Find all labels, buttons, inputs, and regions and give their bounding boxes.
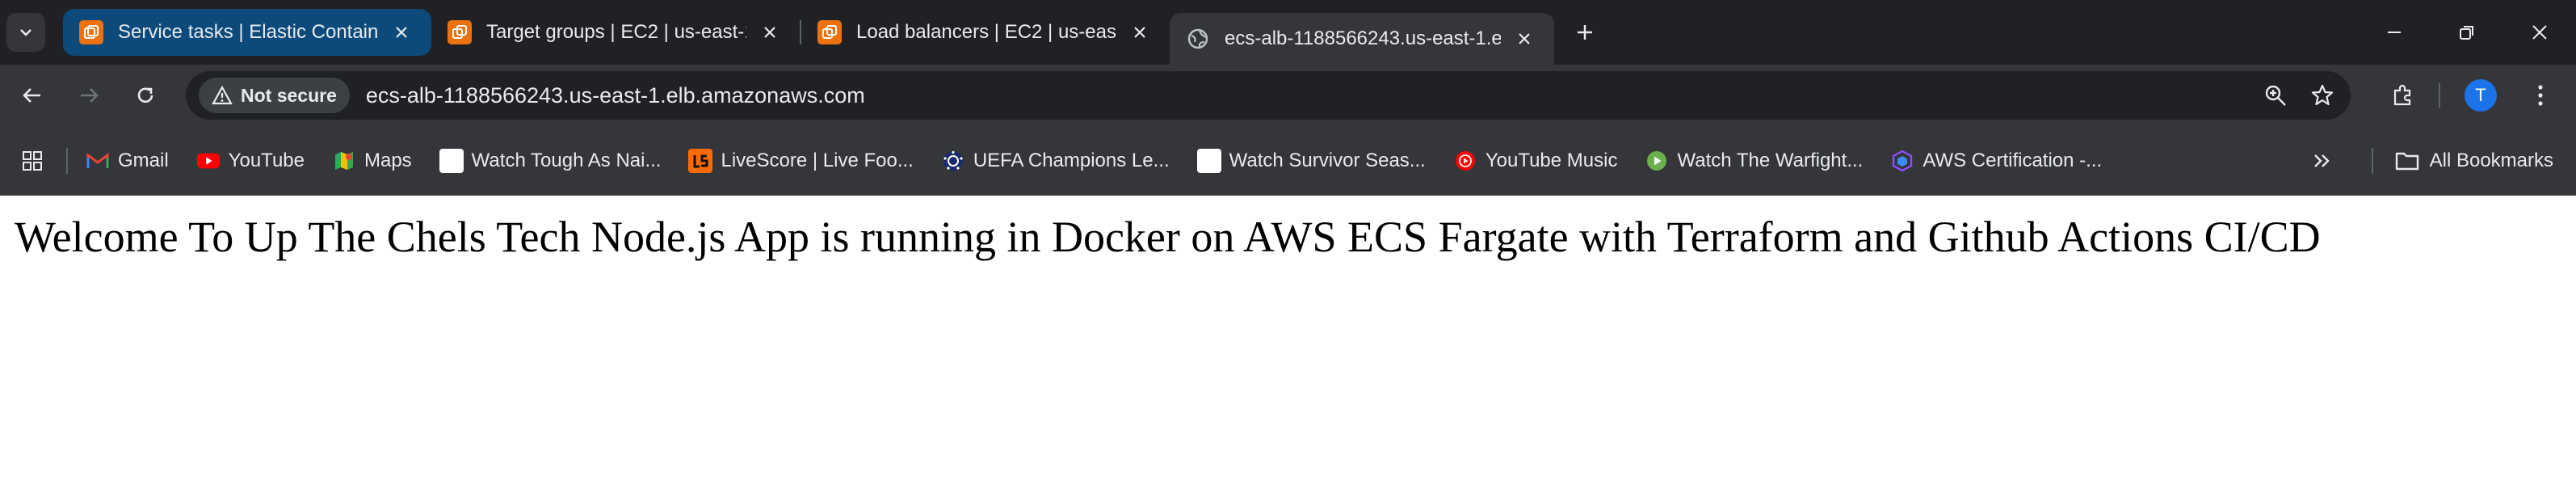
address-bar-actions: [2263, 71, 2334, 120]
double-chevron-right-icon: [2314, 154, 2330, 167]
gmail-icon: [86, 149, 110, 173]
bookmark-label: Watch The Warfight...: [1677, 149, 1864, 171]
address-bar[interactable]: Not secure ecs-alb-1188566243.us-east-1.…: [186, 71, 2351, 120]
tab-title: ecs-alb-1188566243.us-east-1.e: [1225, 27, 1501, 49]
blank-page-icon: [439, 148, 464, 173]
youtube-icon: [196, 149, 221, 173]
bookmarks-divider: [2371, 148, 2373, 174]
bookmark-label: Gmail: [118, 149, 169, 171]
restore-button[interactable]: [2431, 0, 2503, 65]
navigation-toolbar: Not secure ecs-alb-1188566243.us-east-1.…: [0, 65, 2576, 126]
site-security-chip[interactable]: Not secure: [199, 78, 350, 113]
back-button[interactable]: [8, 71, 57, 120]
chevron-down-icon: [20, 29, 32, 36]
globe-icon: [1186, 27, 1210, 51]
bookmark-label: Maps: [363, 149, 412, 171]
bookmarks-bar: Gmail YouTube Maps Watch Tough As Nai...…: [0, 126, 2576, 196]
bookmark-label: UEFA Champions Le...: [973, 149, 1170, 171]
bookmarks-divider: [66, 147, 68, 174]
toolbar-right: T: [2379, 65, 2576, 126]
reload-icon: [137, 87, 153, 103]
minimize-icon: [2388, 32, 2401, 33]
menu-button[interactable]: [2516, 71, 2565, 120]
page-heading: Welcome To Up The Chels Tech Node.js App…: [15, 213, 2321, 261]
plus-icon: [1578, 25, 1592, 40]
bookmark-survivor[interactable]: Watch Survivor Seas...: [1196, 148, 1426, 173]
close-tab-icon[interactable]: [1126, 19, 1154, 46]
bookmark-label: LiveScore | Live Foo...: [721, 149, 914, 171]
youtube-music-icon: [1453, 149, 1477, 173]
bookmark-livescore[interactable]: LiveScore | Live Foo...: [688, 148, 914, 173]
close-tab-icon[interactable]: [756, 19, 784, 46]
window-controls: [2358, 0, 2576, 65]
bookmark-aws-certification[interactable]: AWS Certification -...: [1890, 149, 2102, 173]
bookmark-label: Watch Tough As Nai...: [471, 149, 662, 171]
bookmark-label: YouTube: [228, 149, 305, 171]
warning-triangle-icon: [212, 86, 233, 105]
bookmark-youtube-music[interactable]: YouTube Music: [1453, 149, 1618, 173]
forward-button[interactable]: [65, 71, 113, 120]
bookmark-star-icon[interactable]: [2310, 83, 2334, 108]
avatar: T: [2465, 79, 2497, 112]
tab-service-tasks[interactable]: Service tasks | Elastic Container: [63, 9, 431, 56]
tab-title: Target groups | EC2 | us-east-1: [486, 21, 746, 43]
tab-load-balancers[interactable]: Load balancers | EC2 | us-east-1: [801, 9, 1170, 56]
maps-icon: [332, 149, 356, 173]
bookmark-youtube[interactable]: YouTube: [196, 149, 305, 173]
close-tab-icon[interactable]: [1511, 25, 1538, 53]
close-icon: [2532, 25, 2547, 40]
arrow-left-icon: [23, 88, 40, 103]
tab-target-groups[interactable]: Target groups | EC2 | us-east-1: [431, 9, 800, 56]
aws-ec2-icon: [448, 20, 472, 44]
security-label: Not secure: [241, 84, 337, 106]
all-bookmarks-label: All Bookmarks: [2429, 150, 2553, 171]
bookmark-warfighter[interactable]: Watch The Warfight...: [1645, 149, 1863, 173]
tab-ecs-alb[interactable]: ecs-alb-1188566243.us-east-1.e: [1170, 13, 1554, 65]
folder-icon: [2395, 152, 2418, 171]
kebab-menu-icon: [2538, 85, 2543, 106]
uefa-icon: [941, 149, 965, 173]
url-text[interactable]: ecs-alb-1188566243.us-east-1.elb.amazona…: [366, 83, 865, 108]
livescore-icon: [688, 148, 713, 173]
close-window-button[interactable]: [2503, 0, 2576, 65]
bookmark-label: Watch Survivor Seas...: [1229, 149, 1426, 171]
restore-icon: [2460, 26, 2473, 40]
page-content: Welcome To Up The Chels Tech Node.js App…: [0, 196, 2576, 502]
profile-button[interactable]: T: [2456, 71, 2505, 120]
bookmark-label: YouTube Music: [1485, 149, 1618, 171]
bookmark-maps[interactable]: Maps: [332, 149, 412, 173]
zoom-icon[interactable]: [2263, 83, 2288, 108]
aws-ecs-icon: [79, 20, 103, 44]
all-bookmarks-button[interactable]: All Bookmarks: [2371, 126, 2553, 196]
tab-search-button[interactable]: [6, 13, 45, 52]
close-tab-icon[interactable]: [388, 19, 415, 46]
reload-button[interactable]: [121, 71, 170, 120]
bookmark-gmail[interactable]: Gmail: [86, 149, 169, 173]
apps-grid-icon: [23, 150, 42, 171]
tab-title: Load balancers | EC2 | us-east-1: [856, 21, 1116, 43]
aws-cert-icon: [1890, 149, 1914, 173]
tab-strip: Service tasks | Elastic Container Target…: [0, 0, 2576, 65]
bookmark-label: AWS Certification -...: [1923, 149, 2103, 171]
extensions-button[interactable]: [2379, 71, 2427, 120]
bookmarks-overflow-button[interactable]: [2311, 126, 2334, 196]
puzzle-icon: [2393, 84, 2411, 106]
toolbar-divider: [2439, 83, 2440, 108]
minimize-button[interactable]: [2358, 0, 2431, 65]
bookmark-uefa[interactable]: UEFA Champions Le...: [941, 149, 1170, 173]
browser-chrome: Service tasks | Elastic Container Target…: [0, 0, 2576, 196]
play-icon: [1645, 149, 1669, 173]
tab-title: Service tasks | Elastic Container: [118, 21, 378, 43]
apps-button[interactable]: [13, 141, 52, 180]
aws-ec2-icon: [817, 20, 842, 44]
arrow-right-icon: [81, 88, 99, 103]
new-tab-button[interactable]: [1565, 13, 1604, 52]
blank-page-icon: [1196, 148, 1221, 173]
bookmark-tough-as-nails[interactable]: Watch Tough As Nai...: [439, 148, 662, 173]
